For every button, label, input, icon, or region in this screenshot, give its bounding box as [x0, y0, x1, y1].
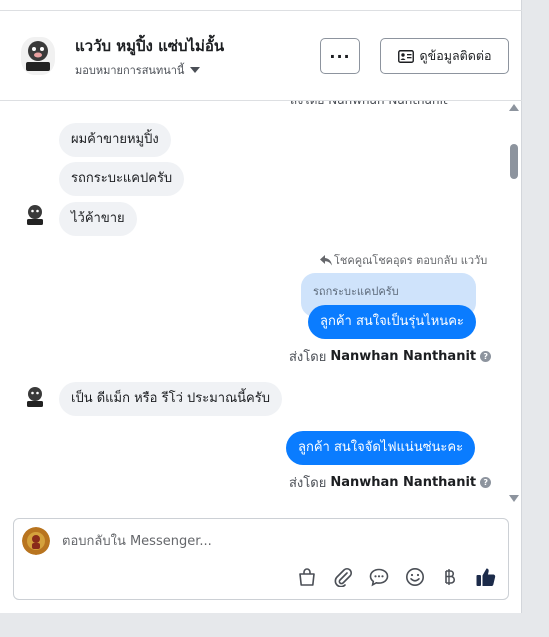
reply-arrow-icon [320, 254, 332, 265]
agent-avatar [22, 527, 50, 555]
assign-conversation-dropdown[interactable]: มอบหมายการสนทนานี้ [75, 61, 201, 79]
reply-input[interactable] [62, 531, 482, 551]
incoming-message[interactable]: เป็น ดีแม็ก หรือ รีโว่ ประมาณนี้ครับ [59, 382, 282, 416]
sent-by-prefix: ส่งโดย [289, 476, 327, 491]
view-contact-label: ดูข้อมูลติดต่อ [419, 48, 492, 63]
view-contact-button[interactable]: ดูข้อมูลติดต่อ [380, 38, 509, 74]
baht-icon[interactable] [438, 565, 462, 589]
incoming-message[interactable]: ผมค้าขายหมูปิ้ง [59, 123, 171, 157]
help-icon[interactable]: ? [480, 351, 492, 362]
scroll-thumb[interactable] [510, 144, 518, 179]
saved-reply-icon[interactable] [367, 565, 391, 589]
page-avatar[interactable] [21, 37, 55, 75]
sent-by-name: Nanwhan Nanthanit [330, 349, 477, 364]
sent-by-name: Nanwhan Nanthanit [330, 475, 477, 490]
agent-profile-icon [22, 527, 50, 555]
help-icon[interactable]: ? [480, 477, 492, 488]
outgoing-message[interactable]: ลูกค้า สนใจเป็นรุ่นไหนคะ [308, 305, 476, 339]
sent-by-label: ส่งโดย Nanwhan Nanthanit ? [289, 472, 492, 493]
scroll-up-arrow-icon[interactable] [509, 104, 519, 111]
incoming-message[interactable]: ไว้ค้าขาย [59, 202, 137, 236]
contact-card-icon [397, 49, 414, 63]
emoji-icon[interactable] [403, 565, 427, 589]
caret-down-icon [190, 67, 201, 73]
chat-panel: แววับ หมูปิ้ง แซ่บไม่อั้น มอบหมายการสนทน… [0, 0, 522, 613]
incoming-message[interactable]: รถกระบะแคปครับ [59, 162, 185, 196]
more-options-button[interactable]: ··· [320, 38, 360, 74]
paperclip-icon[interactable] [331, 565, 355, 589]
scroll-down-arrow-icon[interactable] [509, 495, 519, 502]
shop-bag-icon[interactable] [295, 565, 319, 589]
customer-avatar[interactable] [25, 385, 45, 409]
thread-scrollbar[interactable] [506, 101, 522, 507]
outgoing-message[interactable]: ลูกค้า สนใจจัดไฟแน่นซ่นะคะ [286, 431, 476, 465]
sent-by-prefix: ส่งโดย [289, 350, 327, 365]
pig-logo-icon [27, 205, 43, 225]
chat-header: แววับ หมูปิ้ง แซ่บไม่อั้น มอบหมายการสนทน… [0, 11, 522, 101]
page-name: แววับ หมูปิ้ง แซ่บไม่อั้น [75, 37, 225, 55]
reply-meta: โชคคูณโชคอุดร ตอบกลับ แววับ [320, 251, 487, 269]
pig-logo-icon [21, 37, 55, 75]
sent-by-label: ส่งโดย Nanwhan Nanthanit ? [289, 346, 492, 367]
pig-logo-icon [27, 387, 43, 407]
reply-composer [13, 518, 509, 600]
assign-label: มอบหมายการสนทนานี้ [75, 64, 185, 77]
message-thread[interactable]: ส่งโดย Nanwhan Nanthanit ผมค้าขายหมูปิ้ง… [0, 101, 505, 507]
cut-off-sent-by: ส่งโดย Nanwhan Nanthanit [290, 101, 448, 110]
thumbs-up-icon[interactable] [474, 565, 498, 589]
quoted-text: รถกระบะแคปครับ [313, 285, 399, 298]
customer-avatar[interactable] [25, 203, 45, 227]
reply-meta-text: โชคคูณโชคอุดร ตอบกลับ แววับ [334, 254, 488, 267]
